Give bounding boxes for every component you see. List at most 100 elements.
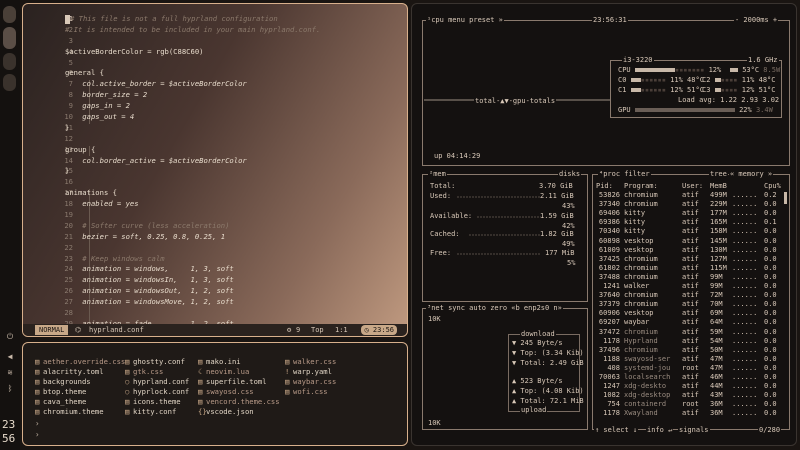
- proc-row[interactable]: 61802 chromium atif 115M 0.0......: [596, 264, 786, 273]
- proc-row[interactable]: 1247 xdg-deskto atif 44M 0.0......: [596, 382, 786, 391]
- file-entry[interactable]: ▤ wofi.css: [285, 387, 336, 397]
- code-line[interactable]: 13 group {: [23, 145, 407, 156]
- file-entry[interactable]: ▤ walker.css: [285, 357, 336, 367]
- code-line[interactable]: 17 animations {: [23, 188, 407, 199]
- code-line[interactable]: 8 border_size = 2: [23, 90, 407, 101]
- editor-window[interactable]: 1 # This file is not a full hyprland conf…: [22, 3, 408, 337]
- proc-tree-toggle[interactable]: tree: [709, 170, 728, 178]
- code-line[interactable]: 20 # Softer curve (less acceleration): [23, 221, 407, 232]
- proc-row[interactable]: 53826 chromium atif 499M 0.2......: [596, 191, 786, 200]
- code-line[interactable]: 14 col.border_active = $activeBorderColo…: [23, 156, 407, 167]
- proc-signals-footer[interactable]: signals: [678, 426, 710, 434]
- code-line[interactable]: 7 col.active_border = $activeBorderColor: [23, 79, 407, 90]
- proc-row[interactable]: 37425 chromium atif 127M 0.0......: [596, 255, 786, 264]
- file-list-window[interactable]: ▤ aether.override.css ▤ alacritty.toml ▤ back…: [22, 342, 408, 446]
- gpu-totals-label[interactable]: total-▲▼-gpu-totals: [474, 97, 557, 105]
- workspace-3-button[interactable]: [3, 53, 16, 70]
- code-line[interactable]: 19: [23, 210, 407, 221]
- proc-row[interactable]: 1178 Xwayland atif 36M 0.0......: [596, 409, 786, 418]
- volume-icon[interactable]: ◀: [5, 352, 15, 362]
- code-line[interactable]: 3: [23, 36, 407, 47]
- file-entry[interactable]: ▤ chromium.theme: [35, 407, 125, 417]
- proc-row[interactable]: 1178 Hyprland atif 54M 0.0......: [596, 337, 786, 346]
- proc-row[interactable]: 754 containerd root 36M 0.0......: [596, 400, 786, 409]
- code-line[interactable]: 24 animation = windows, 1, 3, soft: [23, 264, 407, 275]
- code-line[interactable]: 22: [23, 243, 407, 254]
- code-line[interactable]: 1 # This file is not a full hyprland conf…: [23, 14, 407, 25]
- proc-row[interactable]: 37488 chromium atif 99M 0.0......: [596, 273, 786, 282]
- file-entry[interactable]: ▤ mako.ini: [198, 357, 280, 367]
- file-entry[interactable]: ▤ icons.theme: [125, 397, 189, 407]
- file-entry[interactable]: ○ hyprlock.conf: [125, 387, 189, 397]
- proc-row[interactable]: 37379 chromium atif 70M 0.0......: [596, 300, 786, 309]
- proc-select-footer[interactable]: ↑ select ↓: [594, 426, 639, 434]
- code-line[interactable]: 28: [23, 308, 407, 319]
- proc-row[interactable]: 37496 chromium atif 50M 0.0......: [596, 346, 786, 355]
- file-entry[interactable]: ▤ ghostty.conf: [125, 357, 189, 367]
- code-line[interactable]: 26 animation = windowsOut, 1, 2, soft: [23, 286, 407, 297]
- file-entry[interactable]: ▤ backgrounds: [35, 377, 125, 387]
- proc-col-header[interactable]: Pid:: [596, 182, 613, 191]
- file-entry[interactable]: ▤ btop.theme: [35, 387, 125, 397]
- code-line[interactable]: 27 animation = windowsMove, 1, 2, soft: [23, 297, 407, 308]
- proc-info-footer[interactable]: info ↵: [646, 426, 674, 434]
- bluetooth-icon[interactable]: ᛒ: [5, 384, 15, 394]
- file-entry[interactable]: ☾ neovim.lua: [198, 367, 280, 377]
- proc-col-header[interactable]: Cpu%: [764, 182, 781, 191]
- proc-sort[interactable]: « memory »: [729, 170, 774, 178]
- cpu-header[interactable]: ¹cpu menu preset »: [426, 16, 504, 24]
- proc-row[interactable]: 1082 xdg-desktop atif 43M 0.0......: [596, 391, 786, 400]
- proc-row[interactable]: 69386 kitty atif 165M 0.1......: [596, 218, 786, 227]
- file-entry[interactable]: ○ hyprland.conf: [125, 377, 189, 387]
- code-line[interactable]: 16: [23, 177, 407, 188]
- proc-row[interactable]: 70063 localsearch atif 46M 0.0......: [596, 373, 786, 382]
- file-entry[interactable]: ▤ kitty.conf: [125, 407, 189, 417]
- proc-row[interactable]: 1241 walker atif 99M 0.0......: [596, 282, 786, 291]
- proc-row[interactable]: 37340 chromium atif 229M 0.0......: [596, 200, 786, 209]
- wifi-icon[interactable]: ≋: [5, 368, 15, 378]
- file-entry[interactable]: ! warp.yaml: [285, 367, 336, 377]
- proc-row[interactable]: 60898 vesktop atif 145M 0.0......: [596, 237, 786, 246]
- code-area[interactable]: 1 # This file is not a full hyprland conf…: [23, 14, 407, 336]
- power-icon[interactable]: ⏻: [5, 332, 15, 342]
- file-entry[interactable]: ▤ waybar.css: [285, 377, 336, 387]
- proc-row[interactable]: 408 systemd-jou root 47M 0.0......: [596, 364, 786, 373]
- code-line[interactable]: 2 # It is intended to be included in your…: [23, 25, 407, 36]
- file-entry[interactable]: ▤ aether.override.css: [35, 357, 125, 367]
- code-line[interactable]: 10 gaps_out = 4: [23, 112, 407, 123]
- code-line[interactable]: 15}: [23, 166, 407, 177]
- proc-row[interactable]: 61009 vesktop atif 130M 0.0......: [596, 246, 786, 255]
- file-entry[interactable]: ▤ alacritty.toml: [35, 367, 125, 377]
- btop-window[interactable]: ¹cpu menu preset » 23:56:31 - 2000ms + i…: [411, 3, 797, 446]
- proc-row[interactable]: 37472 chromium atif 59M 0.0......: [596, 328, 786, 337]
- proc-col-header[interactable]: Program:: [624, 182, 658, 191]
- mem-header[interactable]: ²mem: [428, 170, 447, 178]
- code-line[interactable]: 5: [23, 58, 407, 69]
- proc-scrollbar[interactable]: [784, 192, 787, 204]
- code-line[interactable]: 9 gaps_in = 2: [23, 101, 407, 112]
- workspace-1-button[interactable]: [3, 6, 16, 23]
- workspace-2-button[interactable]: [3, 27, 16, 49]
- code-line[interactable]: 11}: [23, 123, 407, 134]
- net-header[interactable]: ³net sync auto zero «b enp2s0 n»: [426, 304, 563, 312]
- file-entry[interactable]: ▤ gtk.css: [125, 367, 189, 377]
- proc-row[interactable]: 69207 waybar atif 64M 0.0......: [596, 318, 786, 327]
- code-line[interactable]: 21 bezier = soft, 0.25, 0.8, 0.25, 1: [23, 232, 407, 243]
- file-entry[interactable]: ▤ swayosd.css: [198, 387, 280, 397]
- workspace-4-button[interactable]: [3, 74, 16, 91]
- code-line[interactable]: 23 # Keep windows calm: [23, 254, 407, 265]
- refresh-rate[interactable]: - 2000ms +: [734, 16, 779, 24]
- proc-col-header[interactable]: MemB: [710, 182, 727, 191]
- file-entry[interactable]: ▤ vencord.theme.css: [198, 397, 280, 407]
- proc-row[interactable]: 69406 kitty atif 177M 0.0......: [596, 209, 786, 218]
- proc-row[interactable]: 1188 swayosd-ser atif 47M 0.0......: [596, 355, 786, 364]
- proc-col-header[interactable]: User:: [682, 182, 703, 191]
- file-entry[interactable]: ▤ superfile.toml: [198, 377, 280, 387]
- code-line[interactable]: 18 enabled = yes: [23, 199, 407, 210]
- proc-row[interactable]: 70340 kitty atif 158M 0.0......: [596, 227, 786, 236]
- file-entry[interactable]: {}vscode.json: [198, 407, 280, 417]
- proc-row[interactable]: 60906 vesktop atif 69M 0.0......: [596, 309, 786, 318]
- code-line[interactable]: 6 general {: [23, 68, 407, 79]
- shell-prompt[interactable]: ›: [35, 430, 40, 439]
- code-line[interactable]: 4 $activeBorderColor = rgb(C88C60): [23, 47, 407, 58]
